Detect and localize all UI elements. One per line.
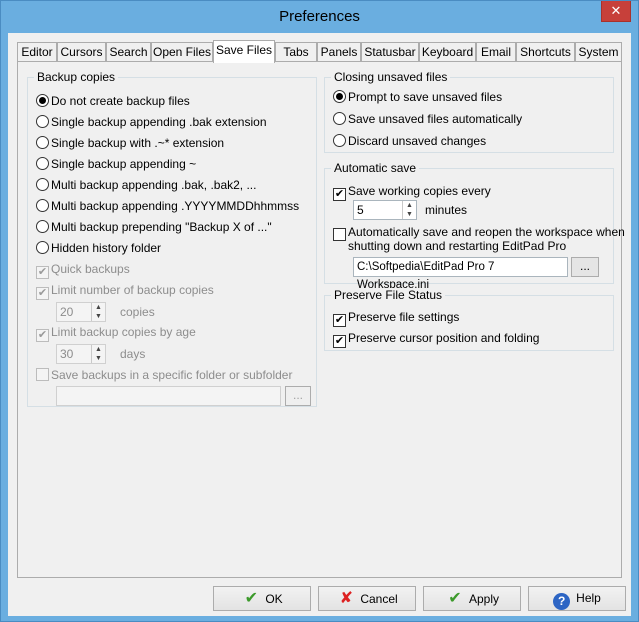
save-interval-unit: minutes	[425, 203, 468, 217]
limit-number-unit: copies	[120, 305, 155, 319]
tab-search[interactable]: Search	[106, 42, 151, 62]
preferences-window: Preferences ✕ Editor Cursors Search Open…	[0, 0, 639, 622]
cancel-button[interactable]: ✘ Cancel	[318, 586, 416, 611]
automatic-save-title: Automatic save	[331, 161, 420, 175]
backup-folder-input[interactable]	[56, 386, 281, 406]
limit-age-unit: days	[120, 347, 146, 361]
backup-option-2[interactable]: Single backup with .~* extension	[36, 134, 224, 152]
workspace-browse-button[interactable]: ...	[571, 257, 599, 277]
tab-strip: Editor Cursors Search Open Files Save Fi…	[17, 40, 622, 63]
radio-selected-icon[interactable]	[333, 90, 346, 103]
checkmark-icon[interactable]: ✔	[36, 329, 49, 342]
radio-icon[interactable]	[36, 241, 49, 254]
preserve-file-settings-checkbox[interactable]: ✔ Preserve file settings	[333, 308, 459, 327]
radio-icon[interactable]	[36, 157, 49, 170]
checkmark-icon[interactable]: ✔	[36, 266, 49, 279]
spin-down-icon[interactable]: ▼	[403, 210, 416, 219]
close-icon[interactable]: ✕	[601, 1, 631, 22]
auto-reopen-checkbox[interactable]: Automatically save and reopen the worksp…	[333, 225, 625, 255]
limit-number-checkbox[interactable]: ✔ Limit number of backup copies	[36, 281, 214, 300]
radio-icon[interactable]	[36, 199, 49, 212]
backup-option-6[interactable]: Multi backup prepending "Backup X of ...…	[36, 218, 272, 236]
window-title: Preferences	[279, 8, 360, 25]
limit-age-checkbox[interactable]: ✔ Limit backup copies by age	[36, 323, 196, 342]
save-interval-stepper[interactable]: 5 ▲ ▼	[353, 200, 417, 220]
specific-folder-checkbox[interactable]: Save backups in a specific folder or sub…	[36, 366, 292, 384]
save-working-checkbox[interactable]: ✔ Save working copies every	[333, 182, 491, 201]
check-icon: ✔	[448, 590, 462, 607]
tab-save-files[interactable]: Save Files	[213, 40, 275, 63]
limit-number-stepper[interactable]: 20 ▲ ▼	[56, 302, 106, 322]
backup-option-7[interactable]: Hidden history folder	[36, 239, 161, 257]
radio-icon[interactable]	[333, 112, 346, 125]
apply-button[interactable]: ✔ Apply	[423, 586, 521, 611]
spin-up-icon[interactable]: ▲	[92, 303, 105, 312]
automatic-save-group: Automatic save ✔ Save working copies ever…	[324, 161, 625, 291]
ok-button[interactable]: ✔ OK	[213, 586, 311, 611]
tab-cursors[interactable]: Cursors	[57, 42, 106, 62]
backup-option-0[interactable]: Do not create backup files	[36, 92, 190, 110]
radio-icon[interactable]	[333, 134, 346, 147]
tab-keyboard[interactable]: Keyboard	[419, 42, 476, 62]
closing-unsaved-title: Closing unsaved files	[331, 70, 451, 84]
spin-down-icon[interactable]: ▼	[92, 354, 105, 363]
closing-option-2[interactable]: Discard unsaved changes	[333, 132, 486, 150]
radio-icon[interactable]	[36, 178, 49, 191]
closing-unsaved-group: Closing unsaved files Prompt to save uns…	[324, 70, 614, 153]
spin-up-icon[interactable]: ▲	[92, 345, 105, 354]
closing-option-0[interactable]: Prompt to save unsaved files	[333, 88, 502, 106]
tab-email[interactable]: Email	[476, 42, 516, 62]
limit-age-stepper[interactable]: 30 ▲ ▼	[56, 344, 106, 364]
preserve-status-group: Preserve File Status ✔ Preserve file sett…	[324, 288, 614, 351]
backup-option-1[interactable]: Single backup appending .bak extension	[36, 113, 267, 131]
backup-copies-group: Backup copies Do not create backup files…	[27, 70, 317, 407]
spin-up-icon[interactable]: ▲	[403, 201, 416, 210]
check-icon: ✔	[244, 590, 259, 607]
backup-option-4[interactable]: Multi backup appending .bak, .bak2, ...	[36, 176, 256, 194]
help-button[interactable]: ? Help	[528, 586, 626, 611]
checkmark-icon[interactable]: ✔	[333, 335, 346, 348]
tab-system[interactable]: System	[575, 42, 622, 62]
save-interval-value: 5	[357, 203, 364, 217]
spin-down-icon[interactable]: ▼	[92, 312, 105, 321]
backup-option-3[interactable]: Single backup appending ~	[36, 155, 196, 173]
tab-tabs[interactable]: Tabs	[275, 42, 317, 62]
save-files-panel: Backup copies Do not create backup files…	[17, 61, 625, 578]
tab-shortcuts[interactable]: Shortcuts	[516, 42, 575, 62]
tab-panels[interactable]: Panels	[317, 42, 361, 62]
backup-copies-title: Backup copies	[34, 70, 119, 84]
workspace-path-input[interactable]: C:\Softpedia\EditPad Pro 7 Workspace.ini	[353, 257, 568, 291]
checkbox-icon[interactable]	[36, 368, 49, 381]
cross-icon: ✘	[339, 590, 354, 607]
checkmark-icon[interactable]: ✔	[333, 314, 346, 327]
tab-editor[interactable]: Editor	[17, 42, 57, 62]
dialog-client: Editor Cursors Search Open Files Save Fi…	[8, 33, 631, 616]
backup-option-5[interactable]: Multi backup appending .YYYYMMDDhhmmss	[36, 197, 299, 215]
quick-backups-checkbox[interactable]: ✔ Quick backups	[36, 260, 130, 279]
radio-icon[interactable]	[36, 136, 49, 149]
checkmark-icon[interactable]: ✔	[333, 188, 346, 201]
checkbox-icon[interactable]	[333, 228, 346, 241]
help-icon: ?	[553, 593, 571, 610]
backup-folder-browse-button[interactable]: ...	[285, 386, 311, 406]
radio-icon[interactable]	[36, 115, 49, 128]
limit-number-value: 20	[60, 305, 74, 319]
tab-open-files[interactable]: Open Files	[151, 42, 213, 62]
preserve-cursor-checkbox[interactable]: ✔ Preserve cursor position and folding	[333, 329, 539, 348]
radio-selected-icon[interactable]	[36, 94, 49, 107]
radio-icon[interactable]	[36, 220, 49, 233]
preserve-status-title: Preserve File Status	[331, 288, 446, 302]
tab-statusbar[interactable]: Statusbar	[361, 42, 419, 62]
checkmark-icon[interactable]: ✔	[36, 287, 49, 300]
closing-option-1[interactable]: Save unsaved files automatically	[333, 110, 522, 128]
limit-age-value: 30	[60, 347, 74, 361]
